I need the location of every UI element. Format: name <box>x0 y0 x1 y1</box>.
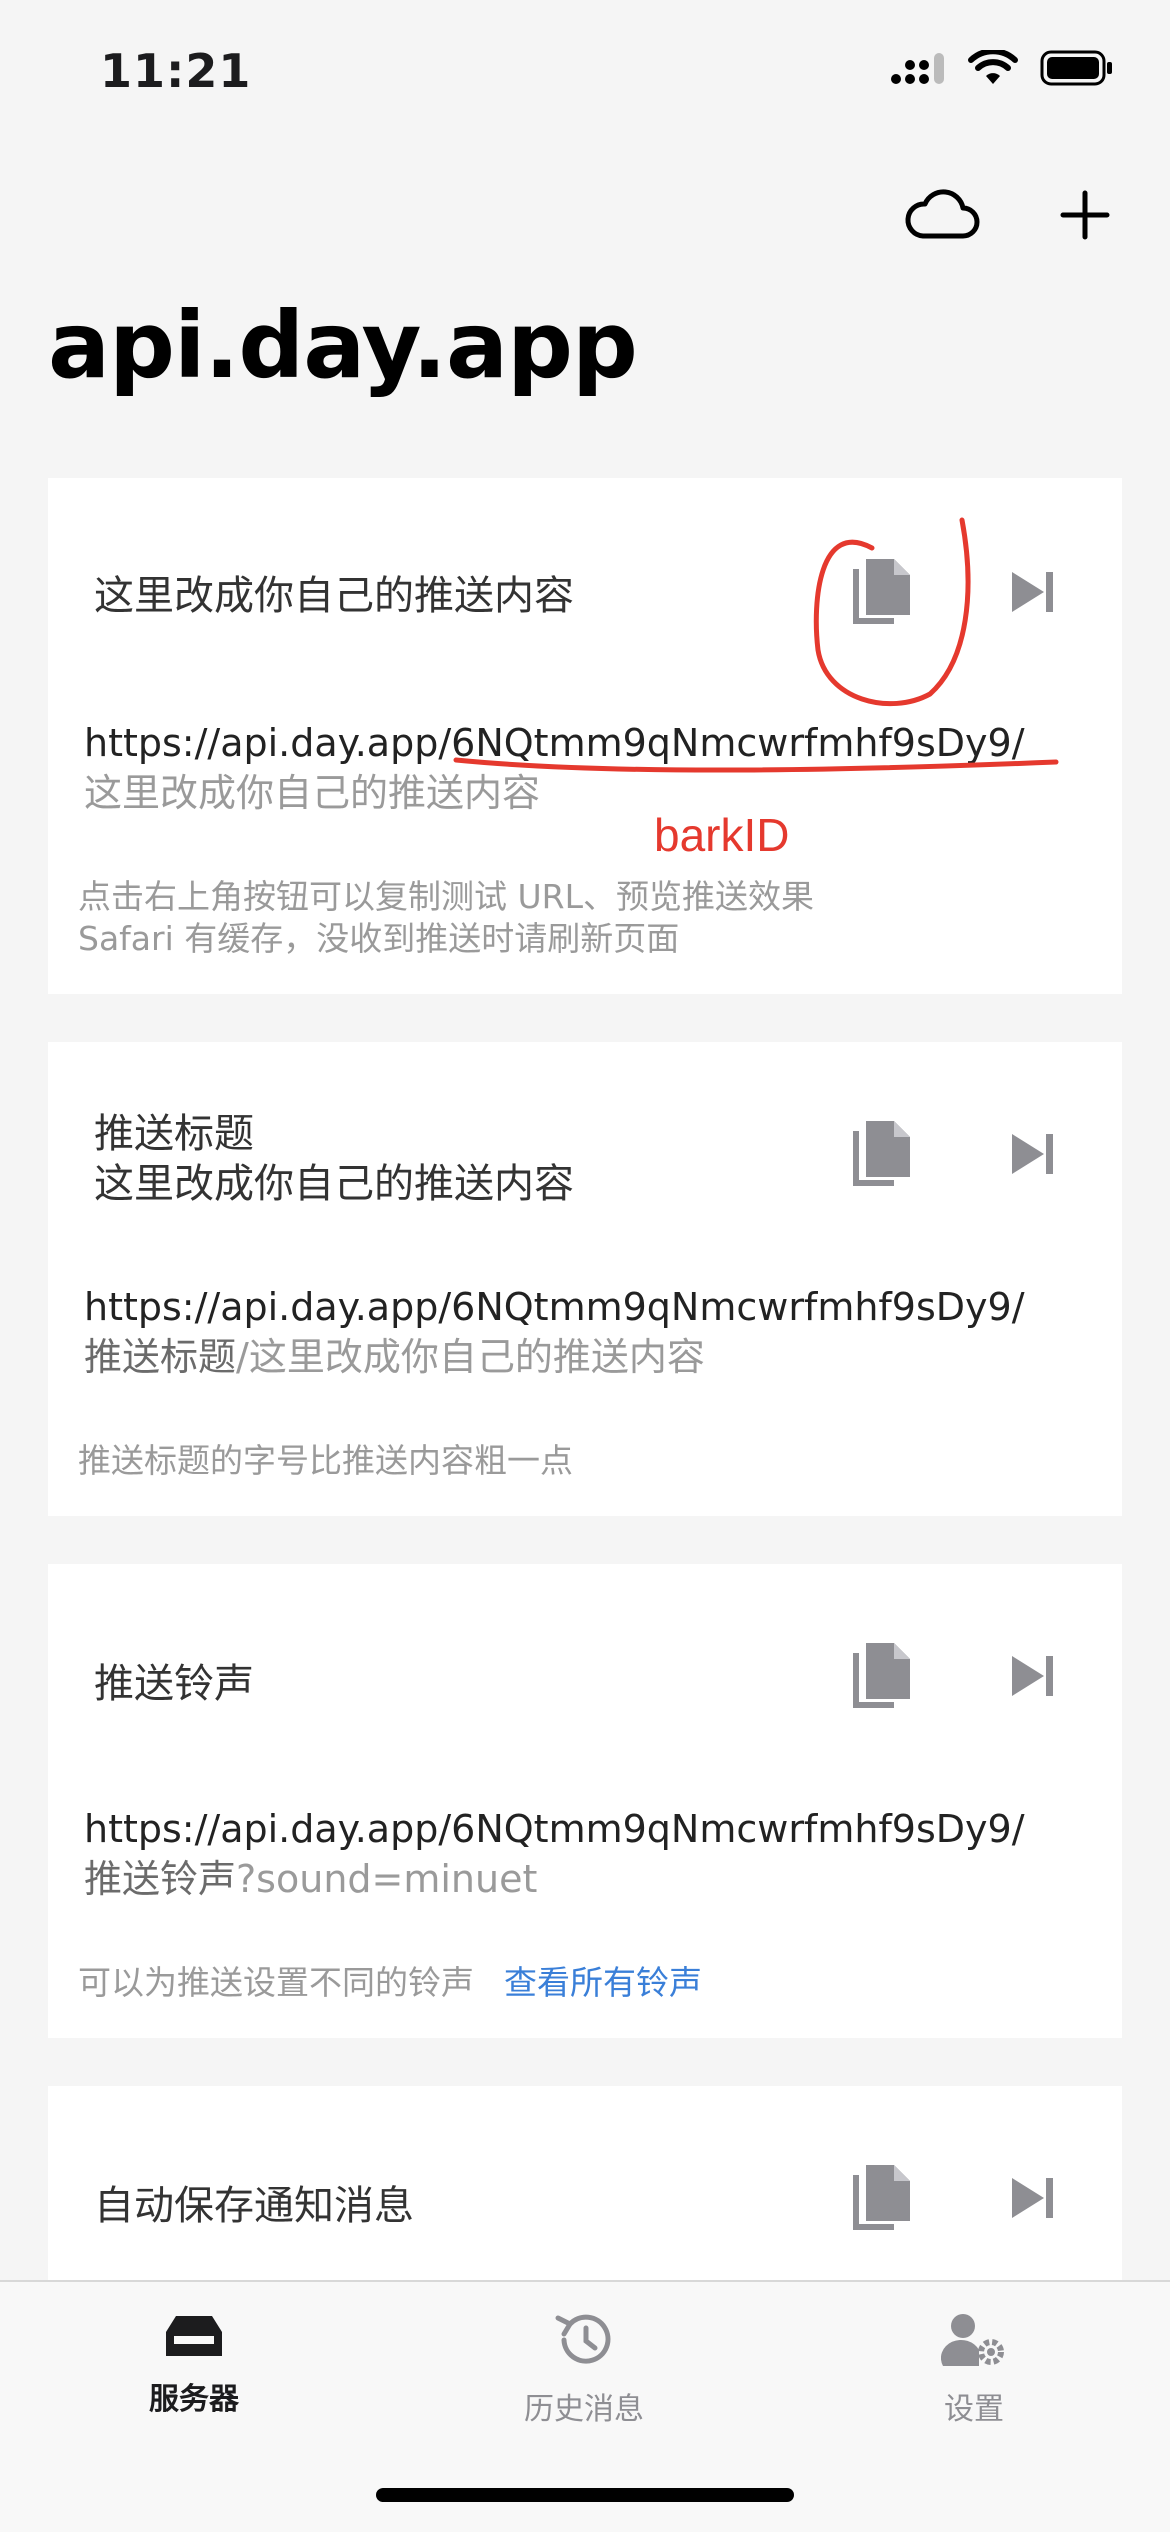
url-sub-dark: 推送铃声 <box>84 1857 237 1901</box>
url-sub: 推送铃声?sound=minuet <box>84 1854 537 1904</box>
url-line: https://api.day.app/6NQtmm9qNmcwrfmhf9sD… <box>84 1804 1025 1854</box>
copy-icon <box>853 1643 910 1708</box>
annotation-marks <box>453 517 1059 773</box>
card-title: 自动保存通知消息 <box>94 2183 414 2229</box>
copy-icon <box>853 2165 910 2230</box>
url-sub: 推送标题/这里改成你自己的推送内容 <box>84 1332 705 1382</box>
play-next-icon <box>1012 2178 1053 2218</box>
card-title: 推送铃声 <box>94 1661 254 1707</box>
url-sub-dark: 推送标题 <box>84 1335 237 1379</box>
home-indicator <box>376 2488 794 2502</box>
hint-line-1: 推送标题的字号比推送内容粗一点 <box>78 1441 573 1480</box>
server-icon <box>166 2316 222 2356</box>
url-base: https://api.day.app/ <box>84 1285 452 1329</box>
all-sounds-link[interactable]: 查看所有铃声 <box>504 1963 702 2002</box>
tab-settings[interactable]: 设置 <box>874 2310 1074 2428</box>
play-next-icon <box>1012 1656 1053 1696</box>
copy-button[interactable] <box>842 1636 922 1716</box>
example-card-sound: 推送铃声 https://api.day.app/6NQtmm9qNmcwrfm… <box>48 1564 1122 2038</box>
tab-history[interactable]: 历史消息 <box>484 2310 684 2428</box>
url-sub-light: ?sound=minuet <box>236 1857 538 1901</box>
hint-line-1: 可以为推送设置不同的铃声 查看所有铃声 <box>78 1962 702 2004</box>
url-sub-light: /这里改成你自己的推送内容 <box>236 1335 705 1379</box>
hint-text: 可以为推送设置不同的铃声 <box>78 1963 474 2002</box>
card-title-line-2: 这里改成你自己的推送内容 <box>94 1161 574 1207</box>
card-title-line-1: 推送标题 <box>94 1111 254 1157</box>
url-slash: / <box>1011 1285 1025 1329</box>
annotation-underline <box>453 757 1059 773</box>
annotation-circle <box>813 517 971 707</box>
example-card-title: 推送标题 这里改成你自己的推送内容 https://api.day.app/6N… <box>48 1042 1122 1516</box>
annotation-label: barkID <box>654 809 790 861</box>
copy-button[interactable] <box>842 2158 922 2238</box>
copy-button[interactable] <box>842 1114 922 1194</box>
preview-button[interactable] <box>992 1114 1072 1194</box>
screen: 11:21 api.day.app 这里改成你自己的推送内容 https://a… <box>0 0 1170 2532</box>
bark-key: 6NQtmm9qNmcwrfmhf9sDy9 <box>451 1285 1012 1329</box>
tab-label: 历史消息 <box>524 2392 644 2427</box>
preview-button[interactable] <box>992 2158 1072 2238</box>
bark-key: 6NQtmm9qNmcwrfmhf9sDy9 <box>451 1807 1012 1851</box>
tab-bar: 服务器 历史消息 设置 <box>0 2280 1170 2532</box>
hint-line-2: Safari 有缓存，没收到推送时请刷新页面 <box>78 919 680 958</box>
tab-server[interactable]: 服务器 <box>94 2310 294 2418</box>
tab-label: 设置 <box>944 2392 1004 2427</box>
history-icon <box>555 2314 611 2364</box>
copy-icon <box>853 1121 910 1186</box>
settings-icon <box>941 2314 1004 2366</box>
preview-button[interactable] <box>992 1636 1072 1716</box>
tab-label: 服务器 <box>149 2382 239 2417</box>
url-slash: / <box>1011 1807 1025 1851</box>
url-base: https://api.day.app/ <box>84 1807 452 1851</box>
play-next-icon <box>1012 1134 1053 1174</box>
url-line: https://api.day.app/6NQtmm9qNmcwrfmhf9sD… <box>84 1282 1025 1332</box>
